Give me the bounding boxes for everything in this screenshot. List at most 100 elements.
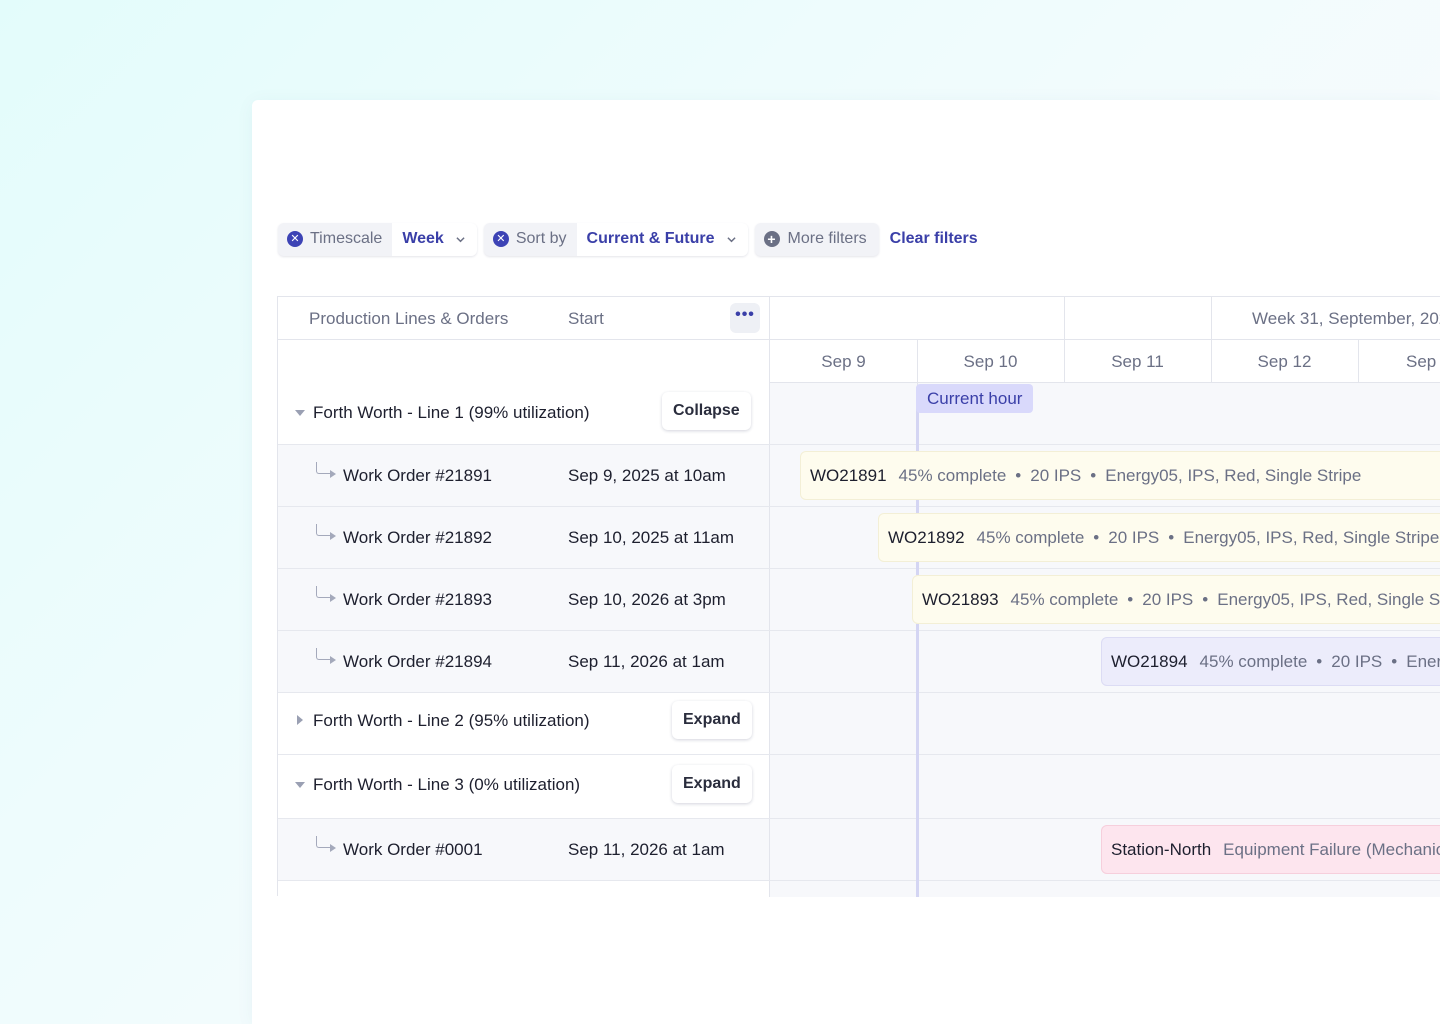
caret-down-icon[interactable] — [295, 410, 305, 416]
bar-ips: 20 IPS — [1331, 652, 1383, 671]
week-label: Week 31, September, 2026 — [1252, 309, 1440, 328]
bullet-separator: • — [1316, 652, 1323, 671]
work-order-bar[interactable]: WO21893 45% complete • 20 IPS • Energy05, IPS… — [912, 575, 1440, 624]
order-cell: Work Order #21893 Sep 10, 2026 at 3pm — [278, 569, 770, 630]
bar-ips: 20 IPS — [1030, 466, 1082, 485]
sort-filter-label-area: ✕ Sort by — [484, 223, 577, 256]
timeline-cell — [770, 693, 1440, 754]
work-order-start: Sep 11, 2026 at 1am — [568, 840, 725, 859]
bar-station: Station-North — [1111, 840, 1212, 859]
bar-progress: 45% complete — [1010, 590, 1119, 609]
bullet-separator: • — [1090, 466, 1097, 485]
remove-filter-icon[interactable]: ✕ — [287, 231, 303, 247]
branch-arrow-icon — [316, 648, 336, 664]
work-order-bar[interactable]: WO21891 45% complete • 20 IPS • Energy05, IPS… — [800, 451, 1440, 500]
work-order-start: Sep 9, 2025 at 10am — [568, 466, 726, 485]
timescale-filter-label: Timescale — [310, 230, 383, 247]
sort-filter-value[interactable]: Current & Future — [576, 222, 748, 256]
group-title: Forth Worth - Line 1 (99% utilization) — [313, 403, 590, 422]
day-label: Sep 13 — [1406, 352, 1440, 371]
bar-tags: Energy05, IPS, Red, Single Stripe — [1406, 652, 1440, 671]
work-order-start: Sep 11, 2026 at 1am — [568, 652, 725, 671]
table-row — [278, 881, 1440, 897]
timescale-value-text: Week — [402, 230, 444, 247]
bar-id: WO21894 — [1111, 652, 1188, 671]
filter-bar: ✕ Timescale Week ✕ Sort by Current & Fut… — [278, 222, 978, 256]
timeline-day-header: Sep 9 Sep 10 Sep 11 Sep 12 Sep 13 — [770, 340, 1440, 383]
incident-bar[interactable]: Station-North Equipment Failure (Mechanic… — [1101, 825, 1440, 874]
timeline-week-header: Week 31, September, 2026 — [770, 297, 1440, 340]
group-row[interactable]: Forth Worth - Line 3 (0% utilization) Ex… — [278, 755, 1440, 819]
collapse-button[interactable]: Collapse — [662, 392, 751, 430]
day-label: Sep 11 — [1111, 352, 1164, 371]
bar-id: WO21891 — [810, 466, 887, 485]
group-cell: Forth Worth - Line 1 (99% utilization) C… — [278, 383, 770, 444]
timeline-cell — [770, 755, 1440, 818]
chevron-down-icon — [726, 236, 736, 242]
timeline-cell — [770, 881, 1440, 897]
bullet-separator: • — [1093, 528, 1100, 547]
work-order-name: Work Order #0001 — [343, 840, 483, 859]
day-label: Sep 12 — [1257, 352, 1312, 371]
more-filters-label: More filters — [787, 230, 867, 247]
work-order-name: Work Order #21893 — [343, 590, 492, 609]
more-options-button[interactable]: ••• — [730, 303, 760, 333]
table-header: Production Lines & Orders Start ••• — [278, 297, 770, 340]
branch-arrow-icon — [316, 462, 336, 478]
remove-filter-icon[interactable]: ✕ — [492, 231, 509, 247]
bullet-separator: • — [1168, 528, 1175, 547]
bar-id: WO21893 — [922, 590, 999, 609]
order-cell: Work Order #21892 Sep 10, 2025 at 11am — [278, 507, 770, 568]
day-label: Sep 10 — [963, 352, 1018, 371]
bar-progress: 45% complete — [976, 528, 1085, 547]
caret-down-icon[interactable] — [295, 782, 305, 788]
bar-ips: 20 IPS — [1108, 528, 1160, 547]
clear-filters-link[interactable]: Clear filters — [890, 230, 978, 248]
more-filters-button[interactable]: + More filters — [754, 222, 879, 256]
order-cell: Work Order #0001 Sep 11, 2026 at 1am — [278, 819, 770, 880]
grid-divider — [1064, 297, 1065, 340]
work-order-bar[interactable]: WO21894 45% complete • 20 IPS • Energy05, IPS… — [1101, 637, 1440, 686]
group-row[interactable]: Forth Worth - Line 2 (95% utilization) E… — [278, 693, 1440, 755]
timeline-cell — [770, 383, 1440, 444]
bar-progress: 45% complete — [1199, 652, 1308, 671]
order-cell: Work Order #21894 Sep 11, 2026 at 1am — [278, 631, 770, 692]
table-header-spacer — [278, 340, 770, 383]
timescale-filter-value[interactable]: Week — [392, 222, 477, 256]
order-cell: Work Order #21891 Sep 9, 2025 at 10am — [278, 445, 770, 506]
group-title: Forth Worth - Line 3 (0% utilization) — [313, 775, 581, 794]
work-order-start: Sep 10, 2026 at 3pm — [568, 590, 726, 609]
sort-value-text: Current & Future — [586, 230, 715, 247]
work-order-bar[interactable]: WO21892 45% complete • 20 IPS • Energy05, IPS… — [878, 513, 1440, 562]
sort-filter-chip[interactable]: ✕ Sort by Current & Future — [483, 222, 748, 256]
work-order-name: Work Order #21891 — [343, 466, 492, 485]
column-header-lines-orders[interactable]: Production Lines & Orders — [309, 309, 508, 329]
bullet-separator: • — [1127, 590, 1134, 609]
bar-tags: Energy05, IPS, Red, Single Stripe — [1105, 466, 1362, 485]
bar-progress: 45% complete — [898, 466, 1007, 485]
bar-id: WO21892 — [888, 528, 965, 547]
main-panel: ✕ Timescale Week ✕ Sort by Current & Fut… — [252, 100, 1440, 1024]
group-row[interactable]: Forth Worth - Line 1 (99% utilization) C… — [278, 383, 1440, 445]
branch-arrow-icon — [316, 586, 336, 602]
bullet-separator: • — [1391, 652, 1398, 671]
plus-circle-icon: + — [763, 231, 780, 247]
grid-divider — [1211, 297, 1212, 340]
caret-right-icon[interactable] — [297, 715, 303, 725]
timescale-filter-chip[interactable]: ✕ Timescale Week — [278, 222, 477, 256]
expand-button[interactable]: Expand — [672, 701, 752, 739]
expand-button[interactable]: Expand — [672, 765, 752, 803]
gantt-grid: Production Lines & Orders Start ••• Week… — [277, 296, 1440, 897]
current-hour-tag: Current hour — [916, 384, 1034, 413]
bar-tags: Energy05, IPS, Red, Single Stripe — [1217, 590, 1440, 609]
group-title: Forth Worth - Line 2 (95% utilization) — [313, 711, 590, 730]
work-order-name: Work Order #21892 — [343, 528, 492, 547]
branch-arrow-icon — [316, 836, 336, 852]
column-header-start[interactable]: Start — [568, 309, 604, 329]
bullet-separator: • — [1202, 590, 1209, 609]
order-cell — [278, 881, 770, 897]
bullet-separator: • — [1015, 466, 1022, 485]
group-cell: Forth Worth - Line 3 (0% utilization) Ex… — [278, 755, 770, 818]
bar-tags: Energy05, IPS, Red, Single Stripe — [1183, 528, 1440, 547]
sort-filter-label: Sort by — [515, 230, 567, 247]
